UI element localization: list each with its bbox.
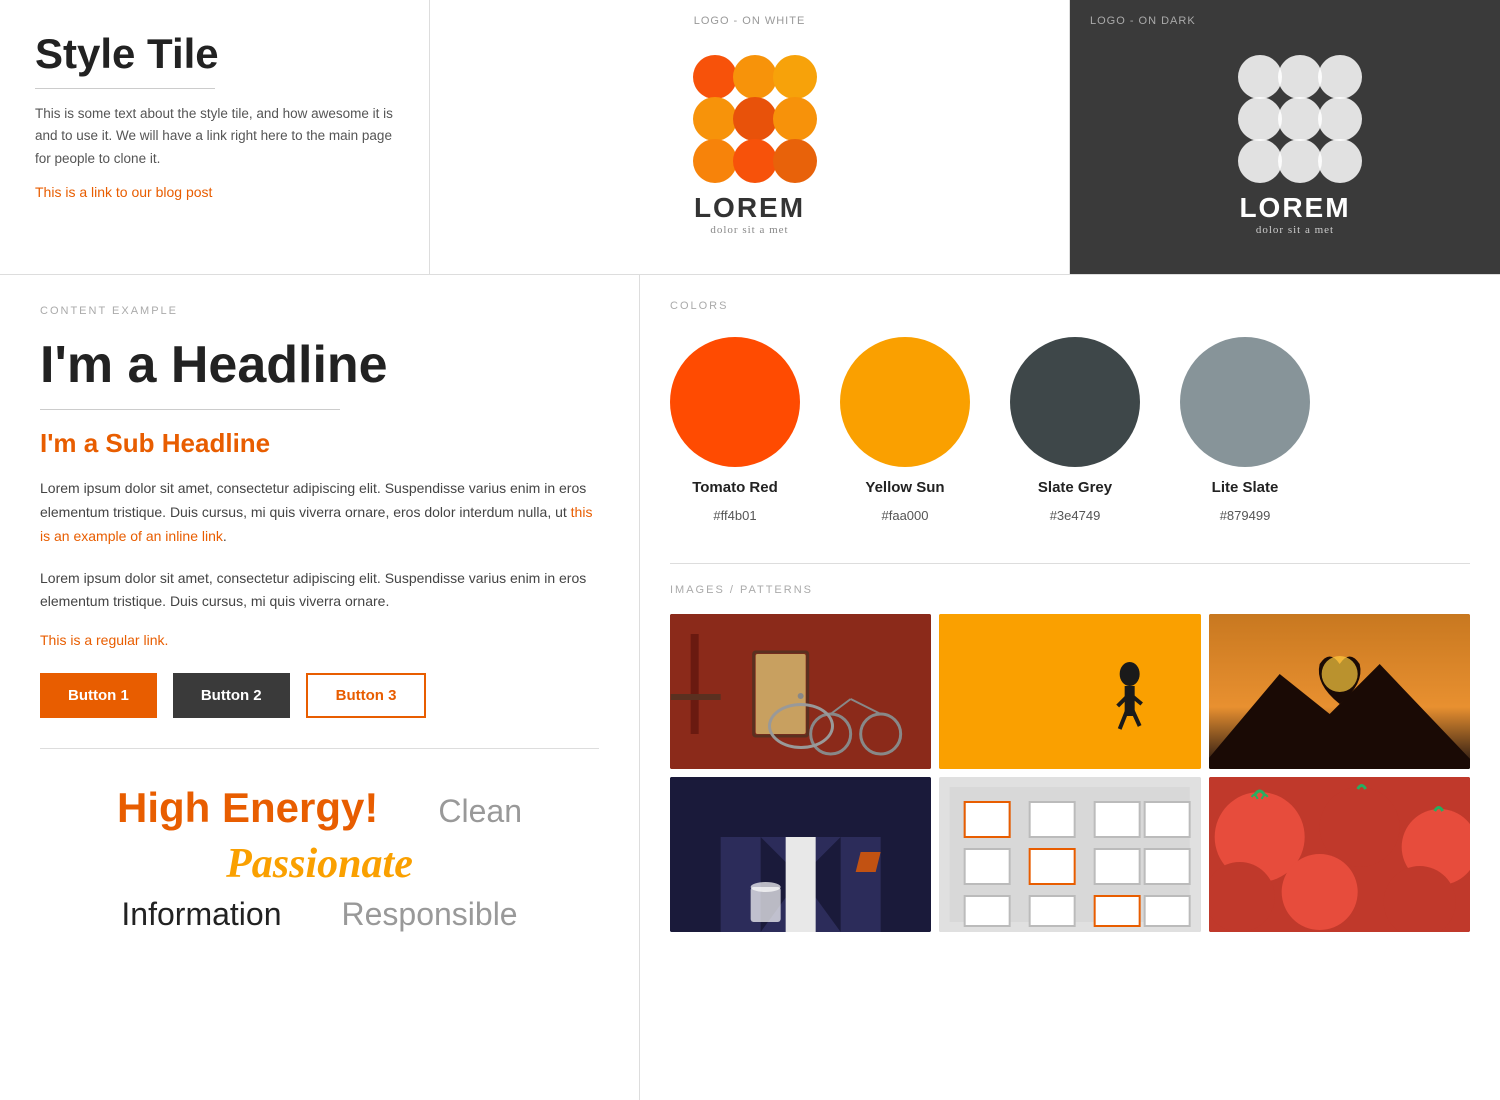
buttons-row: Button 1 Button 2 Button 3 [40,673,599,718]
keyword-information: Information [121,896,281,933]
logo-tagline-white-bg: dolor sit a met [694,224,805,236]
image-suit [670,777,931,932]
color-yellow-sun: Yellow Sun #faa000 [840,337,970,523]
sub-headline: I'm a Sub Headline [40,428,599,459]
bottom-row: CONTENT EXAMPLE I'm a Headline I'm a Sub… [0,275,1500,1100]
blog-post-link[interactable]: This is a link to our blog post [35,184,394,200]
colors-label: COLORS [670,300,1470,312]
image-tomatoes [1209,777,1470,932]
color-hex-tomato: #ff4b01 [713,508,756,523]
color-hex-slate: #3e4749 [1050,508,1101,523]
logo-on-dark-label: LOGO - ON DARK [1090,15,1196,27]
button-3[interactable]: Button 3 [306,673,427,718]
logo-orange-svg [670,47,830,202]
images-section: IMAGES / PATTERNS [670,563,1470,932]
images-grid [670,614,1470,932]
regular-link[interactable]: This is a regular link. [40,632,599,648]
content-example-panel: CONTENT EXAMPLE I'm a Headline I'm a Sub… [0,275,640,1100]
image-yellow [939,614,1200,769]
button-2[interactable]: Button 2 [173,673,290,718]
colors-section: COLORS Tomato Red #ff4b01 Yellow Sun #fa… [670,300,1470,523]
color-slate-grey: Slate Grey #3e4749 [1010,337,1140,523]
color-circle-lite [1180,337,1310,467]
image-red-bike [670,614,931,769]
color-hex-yellow: #faa000 [882,508,929,523]
style-tile-title: Style Tile [35,30,394,78]
colors-row: Tomato Red #ff4b01 Yellow Sun #faa000 Sl… [670,337,1470,523]
page-wrapper: Style Tile This is some text about the s… [0,0,1500,1100]
keyword-responsible: Responsible [341,896,517,933]
image-building [939,777,1200,932]
button-1[interactable]: Button 1 [40,673,157,718]
image-silhouette [1209,614,1470,769]
body-paragraph-2: Lorem ipsum dolor sit amet, consectetur … [40,567,599,615]
logo-on-white-label: LOGO - ON WHITE [694,15,806,27]
logo-white-svg [1215,47,1375,202]
color-name-slate: Slate Grey [1038,479,1112,496]
color-circle-slate [1010,337,1140,467]
body-paragraph-1: Lorem ipsum dolor sit amet, consectetur … [40,477,599,548]
style-tile-description: This is some text about the style tile, … [35,103,394,170]
logo-on-white-panel: LOGO - ON WHITE LOREM dolor sit a me [430,0,1070,274]
images-label: IMAGES / PATTERNS [670,563,1470,596]
color-circle-tomato [670,337,800,467]
keyword-passionate: Passionate [60,840,579,888]
keyword-row3: Information Responsible [60,896,579,933]
color-tomato-red: Tomato Red #ff4b01 [670,337,800,523]
logo-tagline-dark-bg: dolor sit a met [1239,224,1350,236]
color-name-lite: Lite Slate [1212,479,1279,496]
keyword-clean: Clean [438,793,522,830]
keyword-high-energy: High Energy! [117,784,378,832]
colors-images-panel: COLORS Tomato Red #ff4b01 Yellow Sun #fa… [640,275,1500,1100]
color-name-tomato: Tomato Red [692,479,778,496]
logo-on-dark-panel: LOGO - ON DARK LOREM dolor sit a met [1070,0,1500,274]
keywords-section: High Energy! Clean Passionate Informatio… [40,784,599,933]
color-name-yellow: Yellow Sun [865,479,944,496]
color-circle-yellow [840,337,970,467]
color-hex-lite: #879499 [1220,508,1271,523]
style-tile-intro: Style Tile This is some text about the s… [0,0,430,274]
main-headline: I'm a Headline [40,337,599,394]
top-row: Style Tile This is some text about the s… [0,0,1500,275]
logo-orange: LOREM dolor sit a met [670,47,830,236]
logo-white: LOREM dolor sit a met [1215,47,1375,236]
color-lite-slate: Lite Slate #879499 [1180,337,1310,523]
content-example-label: CONTENT EXAMPLE [40,305,599,317]
logo-name-white-bg: LOREM [694,192,805,224]
logo-name-dark-bg: LOREM [1239,192,1350,224]
